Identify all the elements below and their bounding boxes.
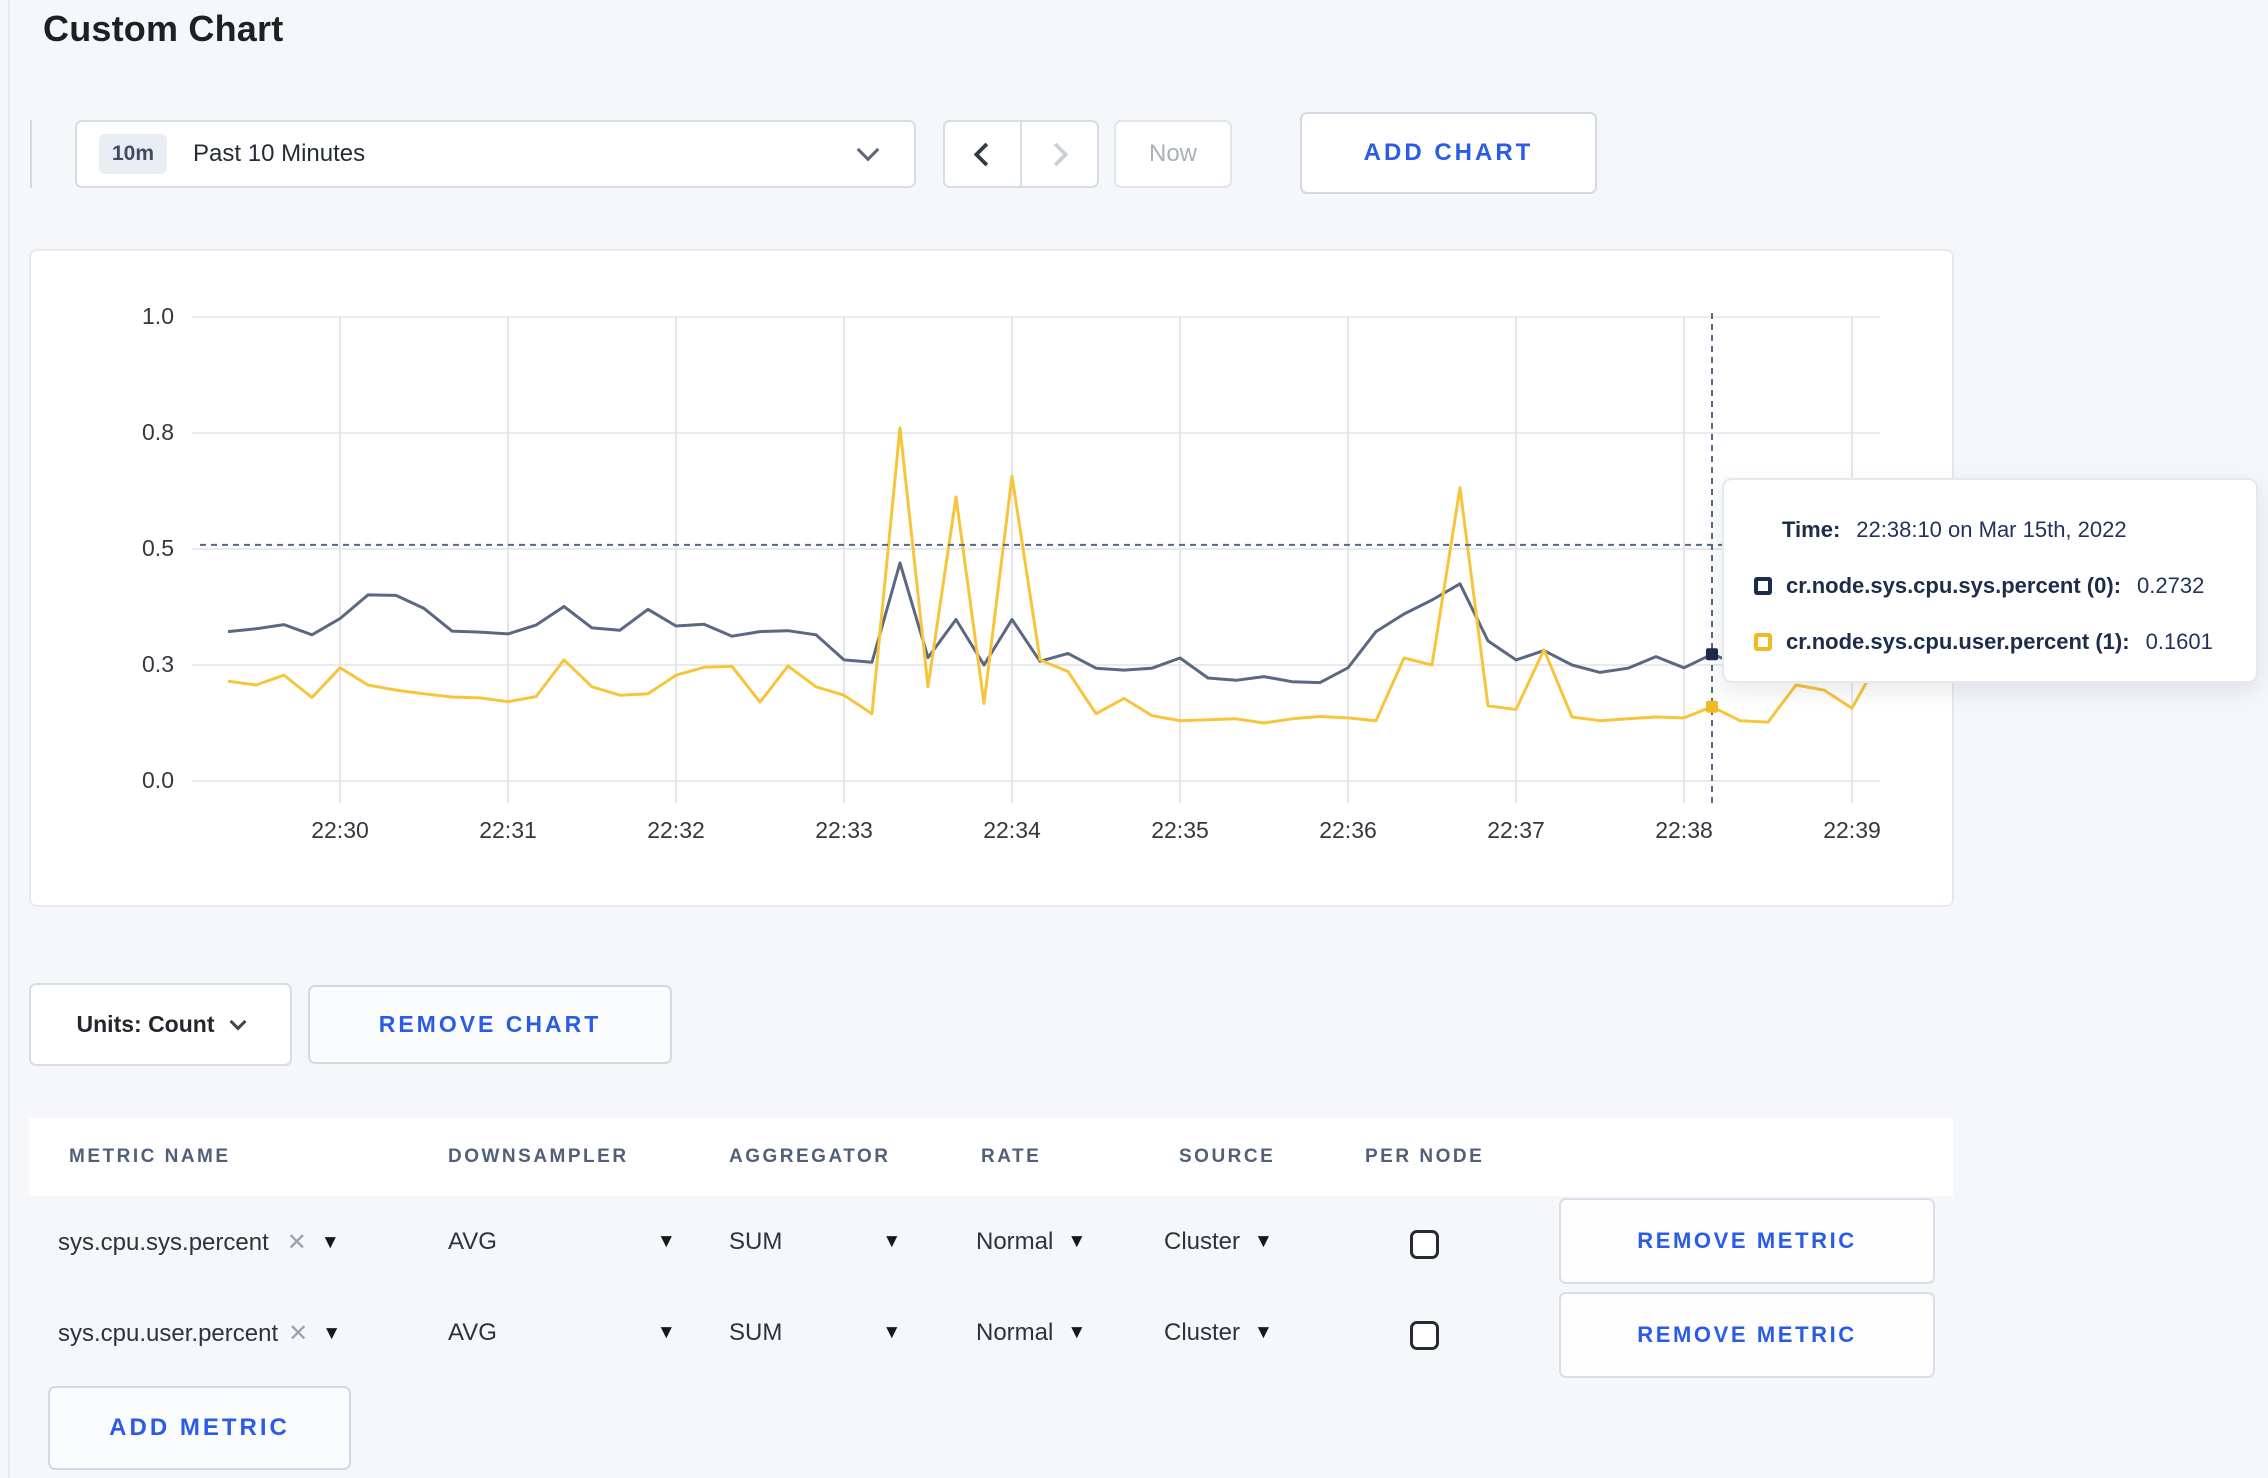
dropdown-caret-icon: ▼ bbox=[656, 1322, 676, 1343]
x-axis-tick: 22:30 bbox=[311, 817, 369, 843]
column-per-node: PER NODE bbox=[1365, 1146, 1485, 1167]
tooltip-series-0-value: 0.2732 bbox=[2137, 573, 2205, 598]
highlight-point bbox=[1706, 648, 1718, 661]
chevron-down-icon bbox=[856, 138, 880, 162]
add-metric-button[interactable]: ADD METRIC bbox=[48, 1386, 351, 1470]
x-axis-tick: 22:38 bbox=[1655, 817, 1713, 843]
tooltip-series-1-label: cr.node.sys.cpu.user.percent (1): bbox=[1786, 629, 2130, 654]
remove-metric-button[interactable]: REMOVE METRIC bbox=[1559, 1198, 1935, 1284]
y-axis-tick: 0.8 bbox=[142, 419, 174, 445]
x-axis-tick: 22:37 bbox=[1487, 817, 1545, 843]
time-range-label: Past 10 Minutes bbox=[193, 140, 366, 167]
remove-chart-button[interactable]: REMOVE CHART bbox=[308, 985, 672, 1064]
x-axis-tick: 22:36 bbox=[1319, 817, 1377, 843]
dropdown-caret-icon: ▼ bbox=[1067, 1231, 1087, 1252]
dropdown-caret-icon: ▼ bbox=[656, 1231, 676, 1252]
chart-tooltip: Time: 22:38:10 on Mar 15th, 2022 cr.node… bbox=[1722, 478, 2258, 683]
units-dropdown[interactable]: Units: Count bbox=[29, 983, 292, 1066]
column-rate: RATE bbox=[981, 1146, 1042, 1167]
dropdown-caret-icon: ▼ bbox=[1067, 1322, 1087, 1343]
toolbar-divider bbox=[30, 120, 32, 188]
dropdown-caret-icon: ▼ bbox=[320, 1231, 340, 1253]
x-axis-tick: 22:31 bbox=[479, 817, 537, 843]
time-range-dropdown[interactable]: 10m Past 10 Minutes bbox=[75, 120, 916, 188]
highlight-point bbox=[1706, 700, 1718, 713]
per-node-checkbox[interactable] bbox=[1410, 1321, 1439, 1350]
aggregator-select[interactable]: SUM ▼ bbox=[729, 1319, 901, 1347]
time-back-button[interactable] bbox=[945, 122, 1020, 186]
series-0-swatch-icon bbox=[1754, 577, 1772, 595]
metric-name-select[interactable]: sys.cpu.user.percent ✕ ▼ bbox=[58, 1319, 341, 1348]
downsampler-select[interactable]: AVG ▼ bbox=[448, 1228, 676, 1256]
dropdown-caret-icon: ▼ bbox=[1254, 1231, 1273, 1252]
column-metric-name: METRIC NAME bbox=[69, 1146, 231, 1167]
dropdown-caret-icon: ▼ bbox=[1254, 1322, 1273, 1343]
per-node-checkbox[interactable] bbox=[1410, 1230, 1439, 1259]
time-forward-button[interactable] bbox=[1020, 122, 1097, 186]
aggregator-select[interactable]: SUM ▼ bbox=[729, 1228, 901, 1256]
tooltip-time-label: Time: bbox=[1782, 517, 1841, 542]
downsampler-select[interactable]: AVG ▼ bbox=[448, 1319, 676, 1347]
metrics-table-header: METRIC NAME DOWNSAMPLER AGGREGATOR RATE … bbox=[29, 1118, 1953, 1196]
x-axis-tick: 22:34 bbox=[983, 817, 1041, 843]
chart-svg bbox=[192, 313, 1882, 803]
time-range-badge: 10m bbox=[99, 134, 168, 174]
source-select[interactable]: Cluster ▼ bbox=[1164, 1319, 1273, 1347]
now-button[interactable]: Now bbox=[1114, 120, 1232, 188]
metric-name-select[interactable]: sys.cpu.sys.percent ✕ ▼ bbox=[58, 1228, 340, 1257]
clear-metric-icon[interactable]: ✕ bbox=[287, 1228, 307, 1257]
page-left-rule bbox=[8, 0, 10, 1478]
rate-select[interactable]: Normal ▼ bbox=[976, 1228, 1086, 1256]
tooltip-time-value: 22:38:10 on Mar 15th, 2022 bbox=[1856, 517, 2127, 542]
x-axis-tick: 22:32 bbox=[647, 817, 705, 843]
y-axis-tick: 1.0 bbox=[142, 303, 174, 329]
chevron-left-icon bbox=[973, 141, 998, 167]
page-title: Custom Chart bbox=[43, 8, 284, 49]
y-axis-tick: 0.3 bbox=[142, 651, 174, 677]
dropdown-caret-icon: ▼ bbox=[322, 1322, 342, 1344]
y-axis-tick: 0.5 bbox=[142, 535, 174, 561]
x-axis-tick: 22:33 bbox=[815, 817, 873, 843]
units-label: Units: Count bbox=[76, 1011, 215, 1037]
rate-select[interactable]: Normal ▼ bbox=[976, 1319, 1086, 1347]
add-chart-button[interactable]: ADD CHART bbox=[1300, 112, 1597, 194]
chevron-down-icon bbox=[229, 1013, 247, 1030]
chevron-right-icon bbox=[1044, 141, 1069, 167]
time-nav-group bbox=[943, 120, 1099, 188]
clear-metric-icon[interactable]: ✕ bbox=[288, 1319, 308, 1348]
column-aggregator: AGGREGATOR bbox=[729, 1146, 891, 1167]
dropdown-caret-icon: ▼ bbox=[882, 1322, 902, 1343]
y-axis-tick: 0.0 bbox=[142, 767, 174, 793]
tooltip-series-1-value: 0.1601 bbox=[2145, 629, 2213, 654]
series-line-cr.node.sys.cpu.user.percent bbox=[227, 426, 1882, 725]
dropdown-caret-icon: ▼ bbox=[882, 1231, 902, 1252]
x-axis-tick: 22:39 bbox=[1823, 817, 1881, 843]
column-downsampler: DOWNSAMPLER bbox=[448, 1146, 629, 1167]
x-axis-tick: 22:35 bbox=[1151, 817, 1209, 843]
chart-card: 0.0 0.3 0.5 0.8 1.0 22:30 22:31 22:32 22:33 22:34… bbox=[29, 249, 1954, 907]
remove-metric-button[interactable]: REMOVE METRIC bbox=[1559, 1292, 1935, 1378]
series-1-swatch-icon bbox=[1754, 633, 1772, 651]
cpu-usage-chart[interactable]: 0.0 0.3 0.5 0.8 1.0 22:30 22:31 22:32 22:33 22:34… bbox=[142, 303, 1882, 843]
tooltip-series-0-label: cr.node.sys.cpu.sys.percent (0): bbox=[1786, 573, 2122, 598]
source-select[interactable]: Cluster ▼ bbox=[1164, 1228, 1273, 1256]
column-source: SOURCE bbox=[1179, 1146, 1276, 1167]
